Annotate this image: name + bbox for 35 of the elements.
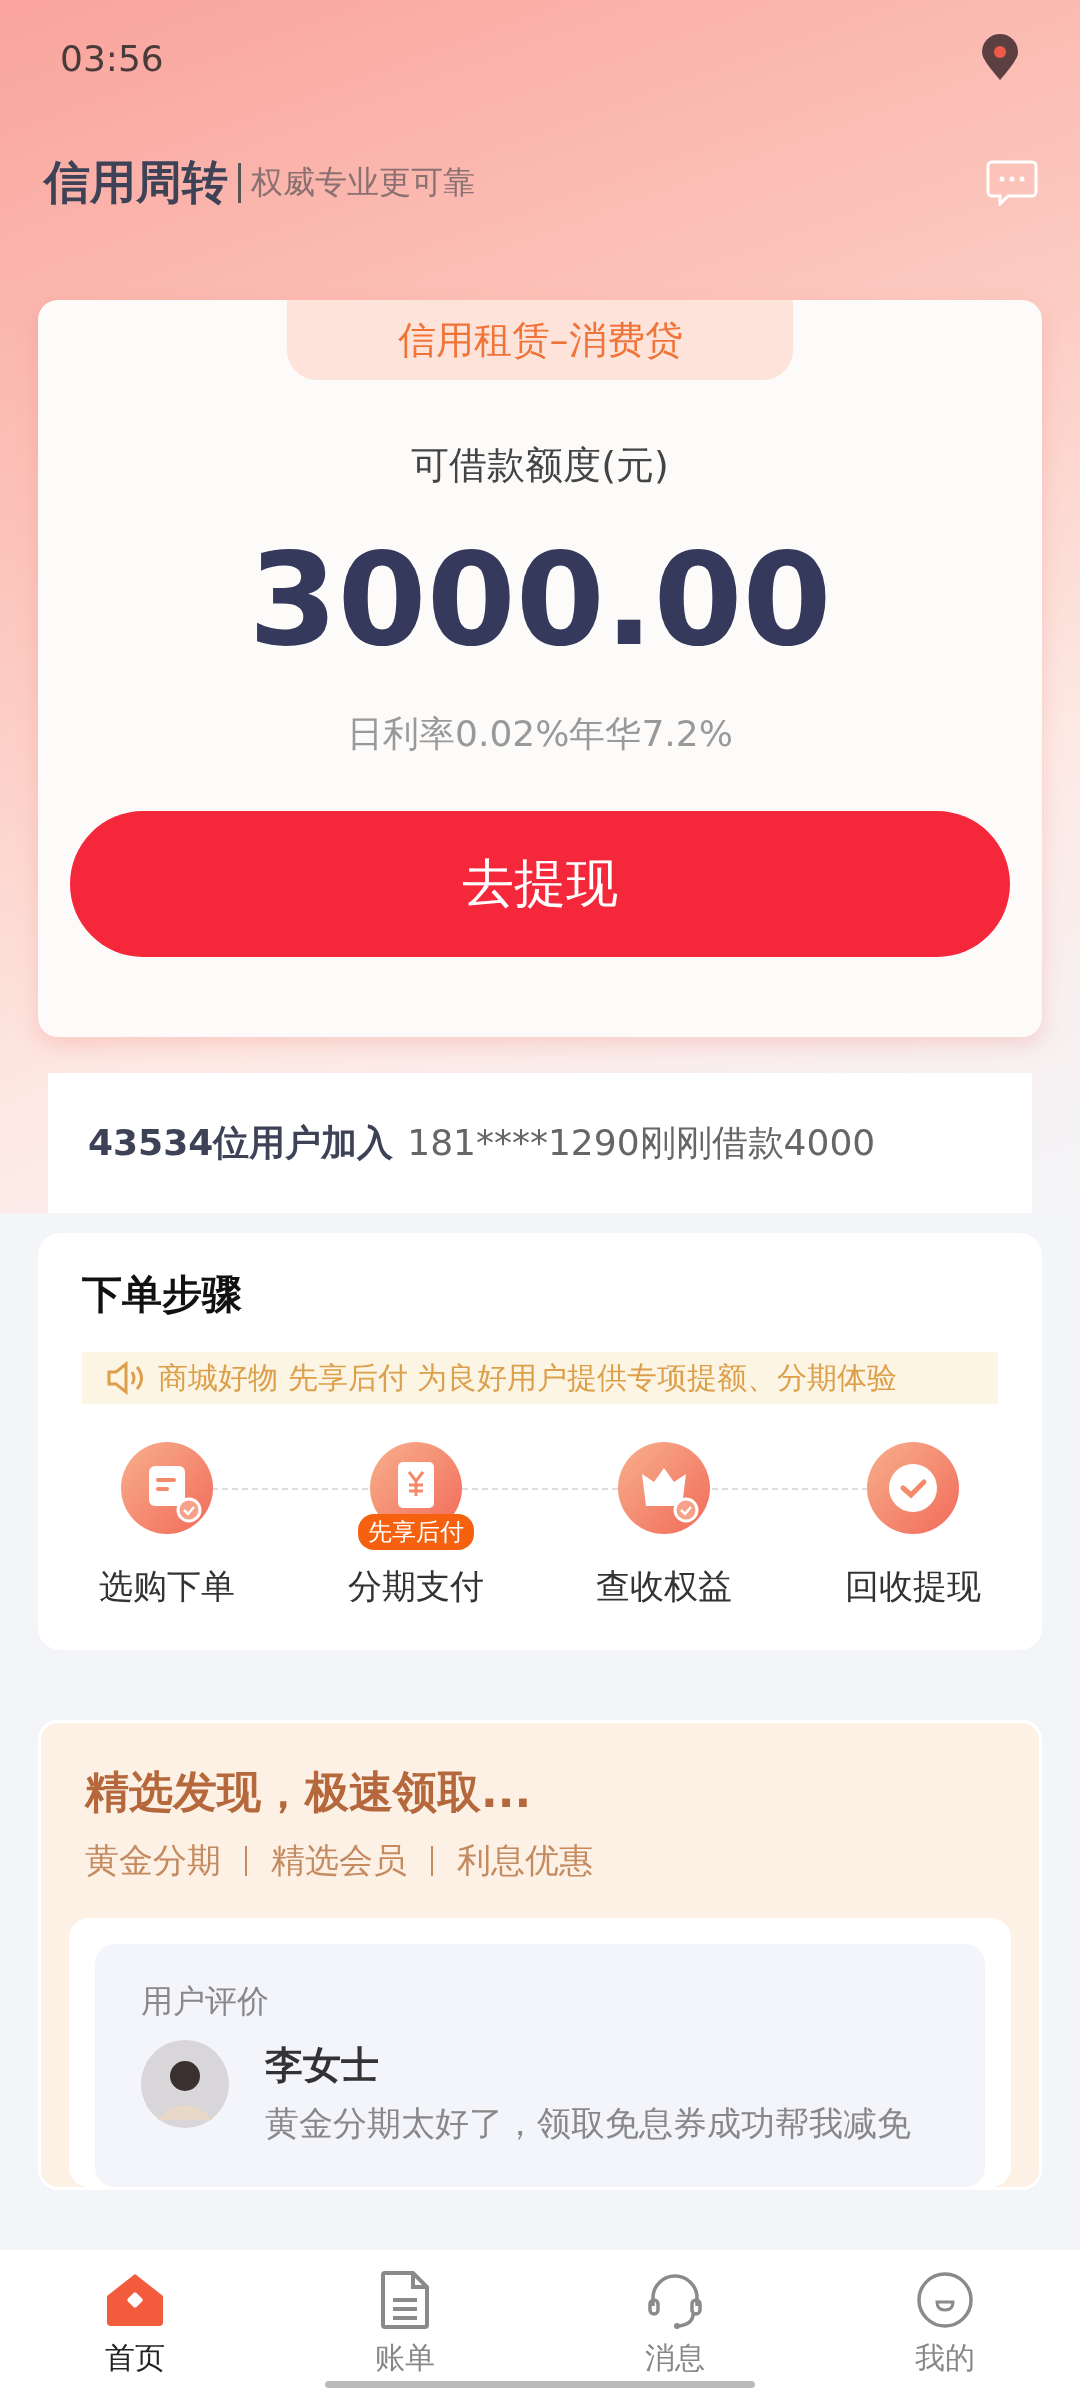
credit-amount: 3000.00 (248, 525, 832, 674)
slogan: 权威专业更可靠 (251, 162, 476, 203)
tab-item[interactable]: 账单 (270, 2250, 540, 2400)
review-text: 黄金分期太好了，领取免息券成功帮我减免 (265, 2102, 911, 2145)
chat-bubble-icon[interactable] (986, 160, 1038, 206)
steps-title: 下单步骤 (82, 1270, 243, 1319)
discover-tag[interactable]: 精选会员 (271, 1838, 407, 1884)
smiley-icon (915, 2270, 975, 2330)
step-label: 分期支付 (347, 1565, 484, 1608)
ticker-message: 181****1290刚刚借款4000 (407, 1120, 876, 1165)
step-badge: 先享后付 (357, 1514, 474, 1550)
order-step-icon (119, 1440, 215, 1536)
tab-item[interactable]: 首页 (0, 2250, 270, 2400)
withdraw-button[interactable]: 去提现 (70, 811, 1010, 957)
user-count: 43534位用户加入 (88, 1120, 394, 1165)
step-label: 查收权益 (596, 1565, 733, 1608)
credit-limit-label: 可借款额度(元) (411, 442, 669, 489)
tab-item[interactable]: 消息 (540, 2250, 810, 2400)
app-title: 信用周转 (44, 154, 228, 211)
step-label: 回收提现 (844, 1565, 981, 1608)
step-label: 选购下单 (99, 1565, 235, 1608)
notice-text: 商城好物 先享后付 为良好用户提供专项提额、分期体验 (158, 1358, 898, 1397)
speaker-icon (106, 1361, 146, 1395)
review-heading: 用户评价 (141, 1981, 270, 2022)
reviewer-name: 李女士 (265, 2042, 380, 2089)
discover-title: 精选发现，极速领取... (83, 1765, 533, 1819)
discover-tag[interactable]: 黄金分期 (85, 1838, 221, 1884)
product-tab[interactable]: 信用租赁–消费贷 (287, 300, 793, 380)
status-time: 03:56 (60, 37, 164, 79)
tab-item[interactable]: 我的 (810, 2250, 1080, 2400)
discover-tag[interactable]: 利息优惠 (457, 1838, 593, 1884)
withdraw-step-icon (864, 1440, 961, 1536)
interest-rate: 日利率0.02%年华7.2% (347, 712, 733, 756)
location-pin-icon (980, 34, 1020, 82)
benefit-step-icon (616, 1440, 713, 1536)
